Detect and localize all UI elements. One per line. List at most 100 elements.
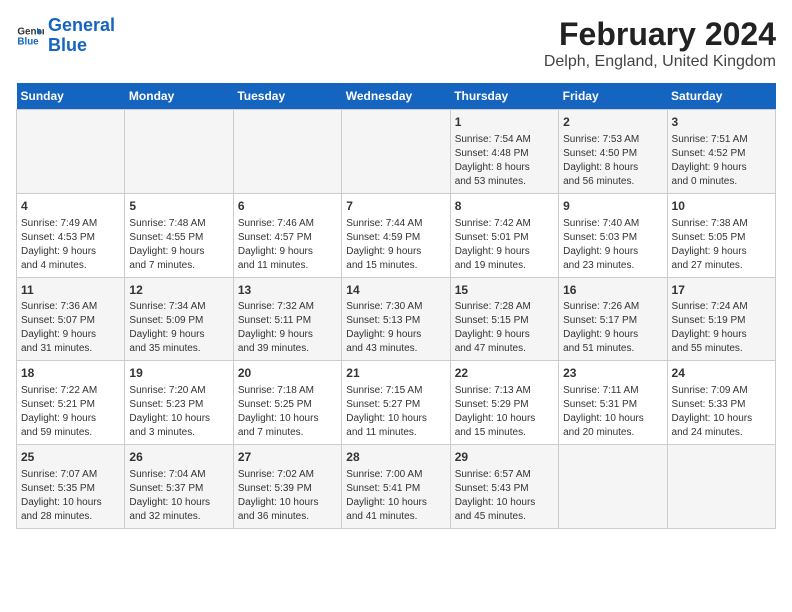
day-cell [17, 110, 125, 194]
day-info: Sunrise: 6:57 AM Sunset: 5:43 PM Dayligh… [455, 468, 554, 524]
day-cell: 10 Sunrise: 7:38 AM Sunset: 5:05 PM Dayli… [667, 193, 775, 277]
day-info: Sunrise: 7:28 AM Sunset: 5:15 PM Dayligh… [455, 300, 554, 356]
day-number: 18 [21, 365, 120, 382]
day-number: 4 [21, 198, 120, 215]
day-info: Sunrise: 7:15 AM Sunset: 5:27 PM Dayligh… [346, 384, 445, 440]
day-number: 14 [346, 282, 445, 299]
day-info: Sunrise: 7:11 AM Sunset: 5:31 PM Dayligh… [563, 384, 662, 440]
day-cell: 5Sunrise: 7:48 AM Sunset: 4:55 PM Daylig… [125, 193, 233, 277]
week-row-2: 11Sunrise: 7:36 AM Sunset: 5:07 PM Dayli… [17, 277, 776, 361]
week-row-4: 25Sunrise: 7:07 AM Sunset: 5:35 PM Dayli… [17, 445, 776, 529]
day-info: Sunrise: 7:20 AM Sunset: 5:23 PM Dayligh… [129, 384, 228, 440]
day-cell: 22Sunrise: 7:13 AM Sunset: 5:29 PM Dayli… [450, 361, 558, 445]
day-cell [667, 445, 775, 529]
day-info: Sunrise: 7:00 AM Sunset: 5:41 PM Dayligh… [346, 468, 445, 524]
day-cell: 13Sunrise: 7:32 AM Sunset: 5:11 PM Dayli… [233, 277, 341, 361]
day-cell [233, 110, 341, 194]
day-info: Sunrise: 7:49 AM Sunset: 4:53 PM Dayligh… [21, 217, 120, 273]
day-cell: 18 Sunrise: 7:22 AM Sunset: 5:21 PM Dayli… [17, 361, 125, 445]
col-friday: Friday [559, 83, 667, 110]
day-info: Sunrise: 7:32 AM Sunset: 5:11 PM Dayligh… [238, 300, 337, 356]
day-cell: 3Sunrise: 7:51 AM Sunset: 4:52 PM Daylig… [667, 110, 775, 194]
day-cell: 7Sunrise: 7:44 AM Sunset: 4:59 PM Daylig… [342, 193, 450, 277]
logo-icon: General Blue [16, 22, 44, 50]
day-number: 27 [238, 449, 337, 466]
day-cell: 2 Sunrise: 7:53 AM Sunset: 4:50 PM Daylig… [559, 110, 667, 194]
day-number: 25 [21, 449, 120, 466]
day-cell: 27 Sunrise: 7:02 AM Sunset: 5:39 PM Dayli… [233, 445, 341, 529]
day-cell: 6Sunrise: 7:46 AM Sunset: 4:57 PM Daylig… [233, 193, 341, 277]
day-info: Sunrise: 7:54 AM Sunset: 4:48 PM Dayligh… [455, 133, 554, 189]
title-area: February 2024 Delph, England, United Kin… [544, 16, 776, 71]
day-number: 29 [455, 449, 554, 466]
day-info: Sunrise: 7:44 AM Sunset: 4:59 PM Dayligh… [346, 217, 445, 273]
svg-text:Blue: Blue [17, 36, 39, 47]
day-cell: 26 Sunrise: 7:04 AM Sunset: 5:37 PM Dayli… [125, 445, 233, 529]
day-cell: 20 Sunrise: 7:18 AM Sunset: 5:25 PM Dayli… [233, 361, 341, 445]
day-number: 8 [455, 198, 554, 215]
day-info: Sunrise: 7:09 AM Sunset: 5:33 PM Dayligh… [672, 384, 771, 440]
day-number: 6 [238, 198, 337, 215]
col-tuesday: Tuesday [233, 83, 341, 110]
day-number: 24 [672, 365, 771, 382]
day-number: 21 [346, 365, 445, 382]
day-cell: 12Sunrise: 7:34 AM Sunset: 5:09 PM Dayli… [125, 277, 233, 361]
day-cell: 15Sunrise: 7:28 AM Sunset: 5:15 PM Dayli… [450, 277, 558, 361]
day-info: Sunrise: 7:18 AM Sunset: 5:25 PM Dayligh… [238, 384, 337, 440]
col-thursday: Thursday [450, 83, 558, 110]
day-cell [342, 110, 450, 194]
day-number: 17 [672, 282, 771, 299]
day-info: Sunrise: 7:30 AM Sunset: 5:13 PM Dayligh… [346, 300, 445, 356]
day-cell: 16Sunrise: 7:26 AM Sunset: 5:17 PM Dayli… [559, 277, 667, 361]
day-cell: 24 Sunrise: 7:09 AM Sunset: 5:33 PM Dayli… [667, 361, 775, 445]
day-number: 9 [563, 198, 662, 215]
day-info: Sunrise: 7:42 AM Sunset: 5:01 PM Dayligh… [455, 217, 554, 273]
month-title: February 2024 [544, 16, 776, 53]
day-info: Sunrise: 7:48 AM Sunset: 4:55 PM Dayligh… [129, 217, 228, 273]
calendar-table: Sunday Monday Tuesday Wednesday Thursday… [16, 83, 776, 529]
logo: General Blue General Blue [16, 16, 115, 56]
col-saturday: Saturday [667, 83, 775, 110]
day-number: 19 [129, 365, 228, 382]
day-info: Sunrise: 7:40 AM Sunset: 5:03 PM Dayligh… [563, 217, 662, 273]
day-number: 13 [238, 282, 337, 299]
day-cell: 1 Sunrise: 7:54 AM Sunset: 4:48 PM Daylig… [450, 110, 558, 194]
week-row-1: 4 Sunrise: 7:49 AM Sunset: 4:53 PM Daylig… [17, 193, 776, 277]
day-cell: 11Sunrise: 7:36 AM Sunset: 5:07 PM Dayli… [17, 277, 125, 361]
day-number: 26 [129, 449, 228, 466]
day-number: 11 [21, 282, 120, 299]
day-cell: 8 Sunrise: 7:42 AM Sunset: 5:01 PM Daylig… [450, 193, 558, 277]
col-sunday: Sunday [17, 83, 125, 110]
day-info: Sunrise: 7:02 AM Sunset: 5:39 PM Dayligh… [238, 468, 337, 524]
day-number: 28 [346, 449, 445, 466]
day-info: Sunrise: 7:22 AM Sunset: 5:21 PM Dayligh… [21, 384, 120, 440]
day-number: 3 [672, 114, 771, 131]
day-info: Sunrise: 7:04 AM Sunset: 5:37 PM Dayligh… [129, 468, 228, 524]
logo-text-line2: Blue [48, 36, 115, 56]
col-wednesday: Wednesday [342, 83, 450, 110]
day-cell: 17Sunrise: 7:24 AM Sunset: 5:19 PM Dayli… [667, 277, 775, 361]
day-number: 2 [563, 114, 662, 131]
day-cell [125, 110, 233, 194]
day-number: 1 [455, 114, 554, 131]
logo-text-line1: General [48, 16, 115, 36]
header-row: Sunday Monday Tuesday Wednesday Thursday… [17, 83, 776, 110]
day-info: Sunrise: 7:24 AM Sunset: 5:19 PM Dayligh… [672, 300, 771, 356]
day-info: Sunrise: 7:38 AM Sunset: 5:05 PM Dayligh… [672, 217, 771, 273]
calendar-header: Sunday Monday Tuesday Wednesday Thursday… [17, 83, 776, 110]
day-cell: 23Sunrise: 7:11 AM Sunset: 5:31 PM Dayli… [559, 361, 667, 445]
day-cell: 25Sunrise: 7:07 AM Sunset: 5:35 PM Dayli… [17, 445, 125, 529]
day-number: 12 [129, 282, 228, 299]
day-info: Sunrise: 7:26 AM Sunset: 5:17 PM Dayligh… [563, 300, 662, 356]
day-cell: 14Sunrise: 7:30 AM Sunset: 5:13 PM Dayli… [342, 277, 450, 361]
day-cell: 9 Sunrise: 7:40 AM Sunset: 5:03 PM Daylig… [559, 193, 667, 277]
day-info: Sunrise: 7:34 AM Sunset: 5:09 PM Dayligh… [129, 300, 228, 356]
day-cell: 28 Sunrise: 7:00 AM Sunset: 5:41 PM Dayli… [342, 445, 450, 529]
day-info: Sunrise: 7:13 AM Sunset: 5:29 PM Dayligh… [455, 384, 554, 440]
day-cell: 4 Sunrise: 7:49 AM Sunset: 4:53 PM Daylig… [17, 193, 125, 277]
day-number: 10 [672, 198, 771, 215]
day-cell: 29 Sunrise: 6:57 AM Sunset: 5:43 PM Dayli… [450, 445, 558, 529]
day-info: Sunrise: 7:53 AM Sunset: 4:50 PM Dayligh… [563, 133, 662, 189]
day-cell: 21 Sunrise: 7:15 AM Sunset: 5:27 PM Dayli… [342, 361, 450, 445]
day-number: 20 [238, 365, 337, 382]
